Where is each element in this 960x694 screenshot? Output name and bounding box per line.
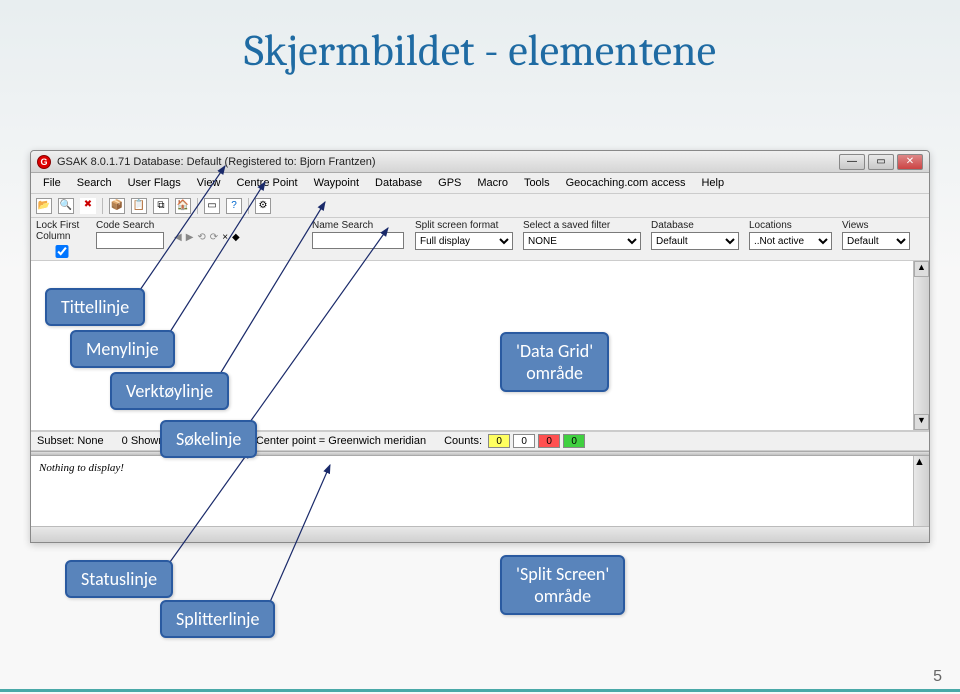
count-badge: 0 — [513, 434, 535, 448]
database-label: Database — [651, 220, 741, 231]
menu-view[interactable]: View — [189, 175, 229, 191]
callout-splitterlinje: Splitterlinje — [160, 600, 275, 638]
lock-first-label: Lock FirstColumn — [36, 220, 88, 242]
views-label: Views — [842, 220, 912, 231]
close-button[interactable]: ✕ — [897, 154, 923, 170]
toolbar: 📂 🔍 ✖ 📦 📋 ⧉ 🏠 ▭ ? ⚙ — [31, 194, 929, 218]
count-badge: 0 — [488, 434, 510, 448]
locations-label: Locations — [749, 220, 834, 231]
callout-tittellinje: Tittellinje — [45, 288, 145, 326]
minimize-button[interactable]: — — [839, 154, 865, 170]
page-number: 5 — [933, 668, 942, 686]
help-icon[interactable]: ? — [226, 198, 242, 214]
name-search-label: Name Search — [312, 220, 407, 231]
menu-search[interactable]: Search — [69, 175, 120, 191]
saved-filter-select[interactable]: NONE — [523, 232, 641, 250]
locations-select[interactable]: ..Not active — [749, 232, 832, 250]
doc-icon[interactable]: ▭ — [204, 198, 220, 214]
slide-title: Skjermbildet - elementene — [0, 25, 960, 76]
menu-tools[interactable]: Tools — [516, 175, 558, 191]
app-icon: G — [37, 155, 51, 169]
maximize-button[interactable]: ▭ — [868, 154, 894, 170]
tree-icon[interactable]: ⧉ — [153, 198, 169, 214]
gear-icon[interactable]: ⚙ — [255, 198, 271, 214]
callout-menylinje: Menylinje — [70, 330, 175, 368]
counts-label: Counts: — [444, 435, 482, 447]
open-icon[interactable]: 📂 — [36, 198, 52, 214]
nothing-to-display: Nothing to display! — [39, 462, 124, 474]
menu-help[interactable]: Help — [693, 175, 732, 191]
views-select[interactable]: Default — [842, 232, 910, 250]
counts-area: Counts: 0000 — [444, 434, 585, 448]
split-screen-area: Nothing to display! ▲ — [31, 456, 929, 526]
home-icon[interactable]: 🏠 — [175, 198, 191, 214]
bottom-accent-line — [0, 689, 960, 692]
saved-filter-label: Select a saved filter — [523, 220, 643, 231]
database-select[interactable]: Default — [651, 232, 739, 250]
callout-sokelinje: Søkelinje — [160, 420, 257, 458]
menu-bar: File Search User Flags View Centre Point… — [31, 173, 929, 194]
callout-verktoylinje: Verktøylinje — [110, 372, 229, 410]
menu-file[interactable]: File — [35, 175, 69, 191]
search-icon[interactable]: 🔍 — [58, 198, 74, 214]
split-vertical-scrollbar[interactable]: ▲ — [913, 456, 929, 526]
code-search-label: Code Search — [96, 220, 166, 231]
menu-waypoint[interactable]: Waypoint — [306, 175, 367, 191]
title-bar: G GSAK 8.0.1.71 Database: Default (Regis… — [31, 151, 929, 173]
menu-gps[interactable]: GPS — [430, 175, 469, 191]
flag-icon[interactable]: 📋 — [131, 198, 147, 214]
split-format-label: Split screen format — [415, 220, 515, 231]
menu-user-flags[interactable]: User Flags — [120, 175, 189, 191]
split-format-select[interactable]: Full display — [415, 232, 513, 250]
code-search-input[interactable] — [96, 232, 164, 249]
name-search-input[interactable] — [312, 232, 404, 249]
count-badge: 0 — [538, 434, 560, 448]
lock-first-checkbox[interactable] — [36, 245, 88, 258]
window-title: GSAK 8.0.1.71 Database: Default (Registe… — [57, 156, 376, 168]
menu-macro[interactable]: Macro — [469, 175, 516, 191]
center-label: Center point = Greenwich meridian — [256, 435, 426, 447]
scroll-up-icon[interactable]: ▲ — [914, 261, 929, 277]
scroll-up-icon[interactable]: ▲ — [914, 456, 929, 468]
scroll-down-icon[interactable]: ▼ — [914, 414, 929, 430]
callout-datagrid: 'Data Grid' område — [500, 332, 609, 392]
bottom-horizontal-scrollbar[interactable] — [31, 526, 929, 542]
box-icon[interactable]: 📦 — [109, 198, 125, 214]
menu-database[interactable]: Database — [367, 175, 430, 191]
callout-splitscreen: 'Split Screen' område — [500, 555, 625, 615]
grid-vertical-scrollbar[interactable]: ▲ ▼ — [913, 261, 929, 430]
callout-statuslinje: Statuslinje — [65, 560, 173, 598]
menu-centre-point[interactable]: Centre Point — [228, 175, 305, 191]
count-badge: 0 — [563, 434, 585, 448]
menu-geocaching[interactable]: Geocaching.com access — [558, 175, 694, 191]
delete-icon[interactable]: ✖ — [80, 198, 96, 214]
search-bar: Lock FirstColumn Code Search ◀▶ ⟲⟳ ×◆ Na… — [31, 218, 929, 261]
subset-label: Subset: None — [37, 435, 104, 447]
